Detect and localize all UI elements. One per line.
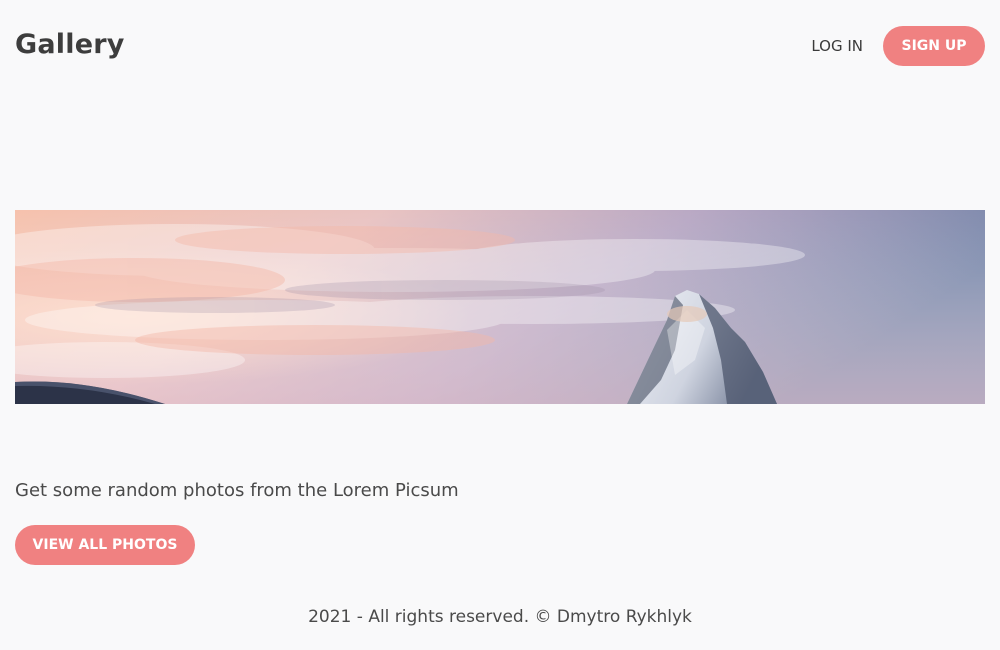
hero-image (15, 210, 985, 404)
site-logo[interactable]: Gallery (15, 29, 125, 60)
site-header: Gallery LOG IN SIGN UP (15, 26, 985, 66)
view-all-photos-button[interactable]: VIEW ALL PHOTOS (15, 525, 195, 565)
signup-button[interactable]: SIGN UP (883, 26, 985, 66)
mountain-landscape-image (15, 210, 985, 404)
login-link[interactable]: LOG IN (811, 37, 863, 55)
hero-tagline: Get some random photos from the Lorem Pi… (15, 480, 459, 501)
footer-copyright: 2021 - All rights reserved. © Dmytro Ryk… (308, 607, 692, 627)
